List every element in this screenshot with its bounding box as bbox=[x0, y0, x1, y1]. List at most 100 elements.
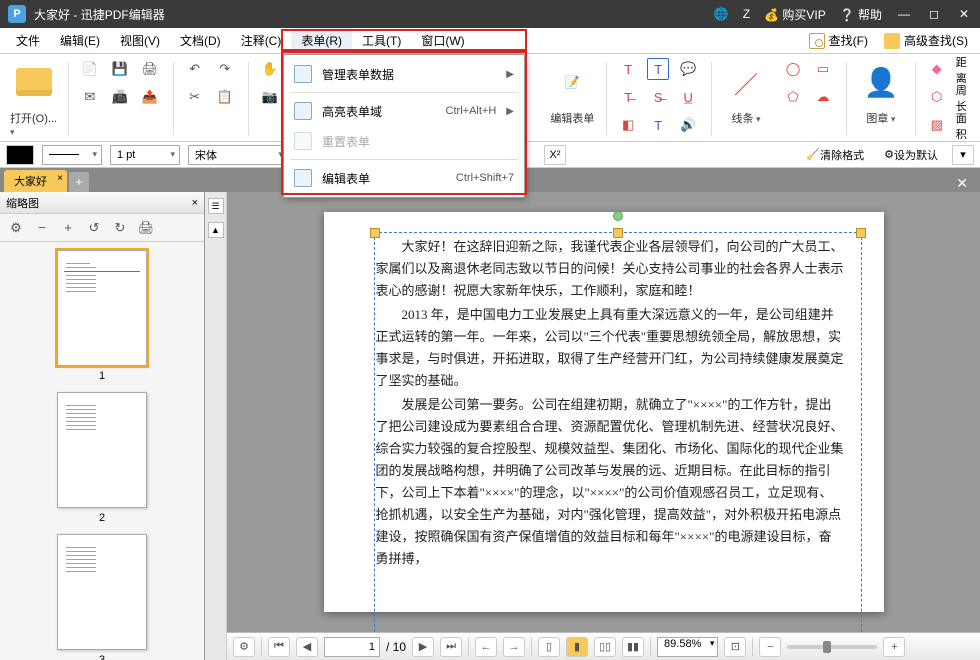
thumb-rotate-ccw-button[interactable]: ↺ bbox=[84, 218, 104, 238]
ellipse-button[interactable]: ◯ bbox=[782, 58, 804, 80]
callout-button[interactable]: 💬 bbox=[677, 58, 699, 80]
advanced-find-button[interactable]: 高级查找(S) bbox=[878, 32, 974, 49]
underline-button[interactable]: U̲ bbox=[677, 86, 699, 108]
thumb-options-button[interactable]: ⚙ bbox=[6, 218, 26, 238]
rectangle-button[interactable]: ▭ bbox=[812, 58, 834, 80]
menu-edit[interactable]: 编辑(E) bbox=[50, 28, 110, 53]
save-button[interactable]: 💾 bbox=[109, 58, 131, 80]
nav-fwd-button[interactable]: → bbox=[503, 637, 525, 657]
note-button[interactable]: ◧ bbox=[617, 114, 639, 136]
scan-button[interactable]: 📠 bbox=[109, 86, 131, 108]
menu-window[interactable]: 窗口(W) bbox=[411, 28, 474, 53]
copy-button[interactable]: 📋 bbox=[214, 86, 236, 108]
thumbnail-2[interactable]: ▬▬▬▬▬▬▬▬▬▬▬▬▬▬▬▬▬▬▬▬▬▬▬▬▬▬▬▬▬▬▬▬▬▬▬▬▬▬▬▬… bbox=[57, 392, 147, 524]
stamp-button[interactable]: 👤 图章 bbox=[857, 58, 905, 126]
tab-active[interactable]: 大家好 × bbox=[4, 170, 67, 192]
buy-vip-button[interactable]: 💰 购买VIP bbox=[764, 6, 826, 23]
menu-comment[interactable]: 注释(C) bbox=[231, 28, 292, 53]
menu-tools[interactable]: 工具(T) bbox=[352, 28, 411, 53]
thumb-zoom-out-button[interactable]: − bbox=[32, 218, 52, 238]
menu-form[interactable]: 表单(R) bbox=[291, 28, 352, 53]
attach-button[interactable]: 🔊 bbox=[677, 114, 699, 136]
menu-view[interactable]: 视图(V) bbox=[110, 28, 170, 53]
zoom-in-button[interactable]: + bbox=[883, 637, 905, 657]
export-button[interactable]: 📤 bbox=[139, 86, 161, 108]
lines-button[interactable]: ／ 线条 bbox=[722, 58, 770, 126]
thumbnail-1[interactable]: ▬▬▬▬▬▬▬▬▬▬▬▬▬▬▬▬▬▬▬▬▬▬▬▬▬▬▬▬▬▬▬▬▬▬▬▬▬▬▬▬… bbox=[57, 250, 147, 382]
new-doc-button[interactable]: 📄 bbox=[79, 58, 101, 80]
more-props-button[interactable]: ▾ bbox=[952, 145, 974, 165]
help-button[interactable]: ❔ 帮助 bbox=[840, 6, 882, 23]
last-page-button[interactable]: ⏭ bbox=[440, 637, 462, 657]
text-field-button[interactable]: T bbox=[617, 58, 639, 80]
page[interactable]: 大家好！在这辞旧迎新之际，我谨代表企业各层领导们，向公司的广大员工、家属们以及离… bbox=[324, 212, 884, 612]
panel-close-button[interactable]: × bbox=[192, 197, 198, 209]
resize-handle[interactable] bbox=[613, 228, 623, 238]
selection-box[interactable] bbox=[374, 232, 862, 632]
status-options-button[interactable]: ⚙ bbox=[233, 637, 255, 657]
thumbnail-3[interactable]: ▬▬▬▬▬▬▬▬▬▬▬▬▬▬▬▬▬▬▬▬▬▬▬▬▬▬▬▬▬▬▬▬▬▬▬▬▬▬▬▬… bbox=[57, 534, 147, 660]
email-button[interactable]: ✉ bbox=[79, 86, 101, 108]
zoom-combo[interactable]: 89.58% bbox=[657, 637, 718, 657]
line-color-button[interactable] bbox=[6, 145, 34, 165]
font-combo[interactable]: 宋体 bbox=[188, 145, 288, 165]
thumb-zoom-in-button[interactable]: + bbox=[58, 218, 78, 238]
open-button[interactable]: 打开(O)... bbox=[10, 58, 58, 138]
tabs-close-all-button[interactable]: ✕ bbox=[948, 175, 976, 192]
zoom-actual-button[interactable]: ⊡ bbox=[724, 637, 746, 657]
thumb-rotate-cw-button[interactable]: ↻ bbox=[110, 218, 130, 238]
set-default-button[interactable]: ⚙ 设为默认 bbox=[878, 145, 944, 165]
nav-bookmarks-button[interactable]: ☰ bbox=[208, 198, 224, 214]
text-box-button[interactable]: T bbox=[647, 58, 669, 80]
menu-manage-form-data[interactable]: 管理表单数据 ▶ bbox=[284, 59, 524, 89]
facing-page-button[interactable]: ▯▯ bbox=[594, 637, 616, 657]
hand-tool-button[interactable]: ✋ bbox=[259, 58, 281, 80]
print-button[interactable]: 🖨 bbox=[139, 58, 161, 80]
first-page-button[interactable]: ⏮ bbox=[268, 637, 290, 657]
tab-close-button[interactable]: × bbox=[57, 173, 63, 184]
perimeter-button[interactable]: ⬡ bbox=[926, 86, 948, 108]
resize-handle[interactable] bbox=[370, 228, 380, 238]
menu-highlight-form-fields[interactable]: 高亮表单域 Ctrl+Alt+H ▶ bbox=[284, 96, 524, 126]
cloud-button[interactable]: ☁ bbox=[812, 86, 834, 108]
polygon-button[interactable]: ⬠ bbox=[782, 86, 804, 108]
line-weight-combo[interactable]: 1 pt bbox=[110, 145, 180, 165]
cut-button[interactable]: ✂ bbox=[184, 86, 206, 108]
snapshot-button[interactable]: 📷 bbox=[259, 86, 281, 108]
document-scroll[interactable]: 大家好！在这辞旧迎新之际，我谨代表企业各层领导们，向公司的广大员工、家属们以及离… bbox=[227, 192, 980, 632]
nav-up-button[interactable]: ▲ bbox=[208, 222, 224, 238]
tab-add-button[interactable]: + bbox=[69, 172, 89, 192]
single-page-button[interactable]: ▯ bbox=[538, 637, 560, 657]
menu-edit-form[interactable]: 编辑表单 Ctrl+Shift+7 bbox=[284, 163, 524, 193]
page-number-input[interactable] bbox=[324, 637, 380, 657]
highlight-text-button[interactable]: T̶ bbox=[617, 86, 639, 108]
typewriter-button[interactable]: T bbox=[647, 114, 669, 136]
area-button[interactable]: ▨ bbox=[926, 114, 948, 136]
maximize-button[interactable]: ◻ bbox=[926, 7, 942, 21]
user-letter[interactable]: Z bbox=[743, 7, 750, 21]
thumb-print-button[interactable]: 🖨 bbox=[136, 218, 156, 238]
superscript-button[interactable]: X² bbox=[544, 145, 566, 165]
menu-file[interactable]: 文件 bbox=[6, 28, 50, 53]
find-button[interactable]: 查找(F) bbox=[803, 32, 874, 49]
strikeout-button[interactable]: S̶ bbox=[647, 86, 669, 108]
close-button[interactable]: ✕ bbox=[956, 7, 972, 21]
zoom-slider[interactable] bbox=[787, 645, 877, 649]
minimize-button[interactable]: — bbox=[896, 7, 912, 21]
clear-format-button[interactable]: 🧹 清除格式 bbox=[800, 145, 870, 165]
resize-handle[interactable] bbox=[856, 228, 866, 238]
line-style-combo[interactable] bbox=[42, 145, 102, 165]
rotate-handle[interactable] bbox=[613, 211, 623, 221]
globe-icon[interactable]: 🌐 bbox=[714, 7, 729, 21]
edit-form-button[interactable]: 📝 编辑表单 bbox=[548, 58, 596, 126]
undo-button[interactable]: ↶ bbox=[184, 58, 206, 80]
nav-back-button[interactable]: ← bbox=[475, 637, 497, 657]
continuous-facing-button[interactable]: ▮▮ bbox=[622, 637, 644, 657]
next-page-button[interactable]: ▶ bbox=[412, 637, 434, 657]
menu-document[interactable]: 文档(D) bbox=[170, 28, 231, 53]
prev-page-button[interactable]: ◀ bbox=[296, 637, 318, 657]
eraser-button[interactable]: ◆ bbox=[926, 58, 948, 80]
redo-button[interactable]: ↷ bbox=[214, 58, 236, 80]
zoom-out-button[interactable]: − bbox=[759, 637, 781, 657]
continuous-page-button[interactable]: ▮ bbox=[566, 637, 588, 657]
